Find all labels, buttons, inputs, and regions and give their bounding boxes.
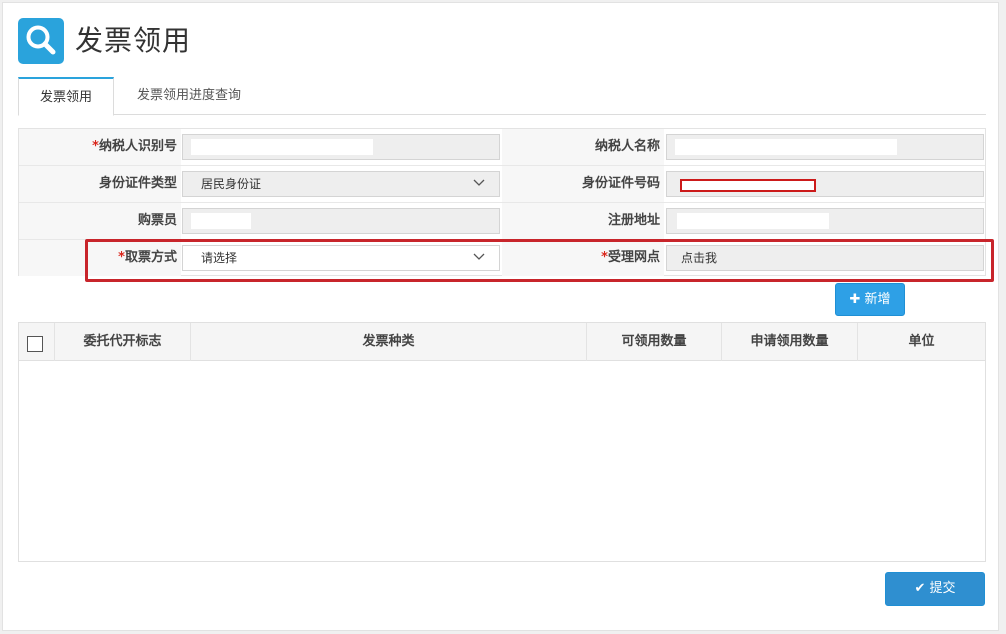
column-header: 可领用数量	[587, 323, 722, 361]
pickup-method-placeholder: 请选择	[201, 251, 238, 265]
plus-icon: ✚	[849, 292, 861, 307]
id-number-field[interactable]	[666, 171, 984, 197]
search-icon	[18, 18, 64, 64]
buyer-label: 购票员	[19, 203, 181, 239]
chevron-down-icon	[473, 253, 485, 260]
required-mark: *	[92, 139, 99, 154]
check-icon: ✔	[914, 581, 926, 596]
taxpayer-id-field[interactable]	[182, 134, 500, 160]
column-header: 委托代开标志	[55, 323, 191, 361]
id-number-label: 身份证件号码	[502, 166, 664, 202]
buyer-field[interactable]	[182, 208, 500, 234]
submit-button[interactable]: ✔ 提交	[885, 572, 985, 606]
page-title: 发票领用	[75, 24, 192, 57]
taxpayer-id-label: *纳税人识别号	[19, 129, 181, 165]
registered-address-label: 注册地址	[502, 203, 664, 239]
add-button[interactable]: ✚ 新增	[835, 283, 905, 316]
column-header: 单位	[908, 334, 935, 349]
pickup-method-label: *取票方式	[19, 240, 181, 276]
required-mark: *	[601, 250, 608, 265]
id-type-select[interactable]: 居民身份证	[182, 171, 500, 197]
table-header: 委托代开标志 发票种类 可领用数量 申请领用数量 单位	[19, 323, 985, 361]
masked-value	[677, 213, 829, 229]
claim-form: *纳税人识别号 纳税人名称 身份证件类型 居民身份证 身份证件号码 购票员 注册…	[18, 128, 986, 276]
column-header: 申请领用数量	[722, 323, 858, 361]
registered-address-field[interactable]	[666, 208, 984, 234]
page-container: 发票领用 发票领用 发票领用进度查询 *纳税人识别号 纳税人名称 身份证件类型 …	[2, 2, 999, 631]
tab-claim-progress-query[interactable]: 发票领用进度查询	[130, 77, 248, 115]
add-button-label: 新增	[864, 292, 891, 307]
masked-value	[191, 213, 251, 229]
redacted-value	[680, 179, 816, 192]
required-mark: *	[118, 250, 125, 265]
chevron-down-icon	[473, 179, 485, 186]
service-point-label: *受理网点	[502, 240, 664, 276]
service-point-field[interactable]: 点击我	[666, 245, 984, 271]
select-all-cell	[19, 323, 55, 361]
form-row-buyer: 购票员 注册地址	[19, 203, 985, 240]
tab-bar: 发票领用 发票领用进度查询	[18, 77, 986, 116]
select-all-checkbox[interactable]	[27, 336, 43, 352]
pickup-method-select[interactable]: 请选择	[182, 245, 500, 271]
masked-value	[675, 139, 897, 155]
taxpayer-name-label: 纳税人名称	[502, 129, 664, 165]
masked-value	[191, 139, 373, 155]
id-type-value: 居民身份证	[201, 177, 262, 191]
submit-button-label: 提交	[929, 581, 956, 596]
form-row-pickup: *取票方式 请选择 *受理网点 点击我	[19, 240, 985, 277]
invoice-table: 委托代开标志 发票种类 可领用数量 申请领用数量 单位	[18, 322, 986, 562]
form-row-taxpayer: *纳税人识别号 纳税人名称	[19, 129, 985, 166]
id-type-label: 身份证件类型	[19, 166, 181, 202]
taxpayer-name-field[interactable]	[666, 134, 984, 160]
form-row-id-document: 身份证件类型 居民身份证 身份证件号码	[19, 166, 985, 203]
column-header: 发票种类	[191, 323, 587, 361]
tab-invoice-claim[interactable]: 发票领用	[18, 77, 114, 116]
